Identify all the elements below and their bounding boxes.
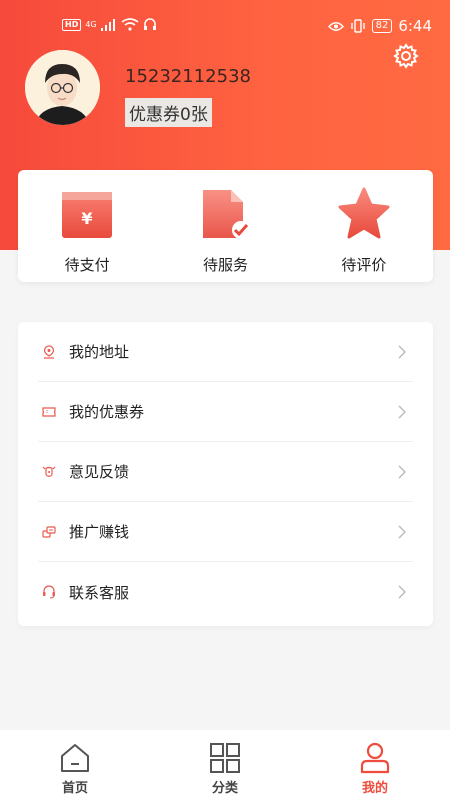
menu-item-label: 我的优惠券	[69, 403, 145, 421]
order-label: 待支付	[64, 256, 110, 274]
vibrate-icon	[350, 19, 365, 33]
avatar[interactable]	[25, 50, 100, 125]
grid-icon	[210, 743, 240, 773]
order-label: 待服务	[202, 256, 248, 274]
wifi-icon	[121, 18, 139, 31]
wallet-yen-icon: ¥	[62, 192, 113, 238]
tab-category[interactable]: 分类	[150, 730, 300, 800]
home-icon	[61, 744, 89, 772]
menu-item-customer-service[interactable]: 联系客服	[38, 562, 413, 622]
battery-level: 82	[371, 19, 393, 33]
tab-mine[interactable]: 我的	[300, 730, 450, 800]
bottom-tab-bar: 首页 分类 我的	[0, 730, 450, 800]
coupon-count[interactable]: 优惠券0张	[125, 98, 212, 127]
feedback-icon	[42, 466, 56, 477]
menu-item-label: 联系客服	[69, 583, 130, 602]
coins-icon	[42, 525, 56, 538]
document-check-icon	[203, 190, 251, 239]
tab-label: 我的	[361, 781, 388, 796]
user-icon	[360, 742, 390, 774]
network-type: 4G	[85, 19, 97, 29]
menu-item-feedback[interactable]: 意见反馈	[38, 442, 413, 502]
menu-item-coupons[interactable]: 我的优惠券	[38, 382, 413, 442]
menu-item-promotion[interactable]: 推广赚钱	[38, 502, 413, 562]
location-pin-icon	[43, 344, 55, 359]
chevron-right-icon	[398, 405, 406, 419]
hd-badge: HD	[62, 18, 82, 31]
headset-icon	[43, 585, 55, 599]
tab-label: 分类	[211, 781, 238, 796]
headset-status-icon	[143, 18, 156, 30]
order-pending-service[interactable]: 待服务	[156, 170, 294, 282]
ticket-icon	[42, 406, 56, 417]
user-phone: 15232112538	[125, 66, 251, 87]
signal-icon	[100, 18, 115, 31]
tab-label: 首页	[61, 781, 88, 796]
chevron-right-icon	[398, 465, 406, 479]
chevron-right-icon	[398, 585, 406, 599]
menu-list: 我的地址 我的优惠券 意见反馈 推广赚钱 联系客服	[18, 322, 433, 626]
chevron-right-icon	[398, 525, 406, 539]
star-icon	[338, 187, 390, 239]
svg-text:¥: ¥	[82, 209, 93, 228]
menu-item-label: 意见反馈	[69, 463, 130, 481]
tab-home[interactable]: 首页	[0, 730, 150, 800]
settings-gear-icon[interactable]	[393, 43, 419, 69]
clock: 6:44	[398, 17, 432, 35]
avatar-image	[25, 50, 100, 125]
eye-icon	[327, 21, 344, 31]
order-pending-review[interactable]: 待评价	[295, 170, 433, 282]
order-label: 待评价	[341, 256, 387, 274]
chevron-right-icon	[398, 345, 406, 359]
order-status-card: ¥ 待支付 待服务 待评价	[18, 170, 433, 282]
order-pending-payment[interactable]: ¥ 待支付	[18, 170, 156, 282]
menu-item-label: 我的地址	[69, 343, 130, 361]
status-bar: HD 4G 82 6:44	[0, 0, 450, 40]
menu-item-label: 推广赚钱	[69, 523, 130, 541]
menu-item-address[interactable]: 我的地址	[38, 322, 413, 382]
